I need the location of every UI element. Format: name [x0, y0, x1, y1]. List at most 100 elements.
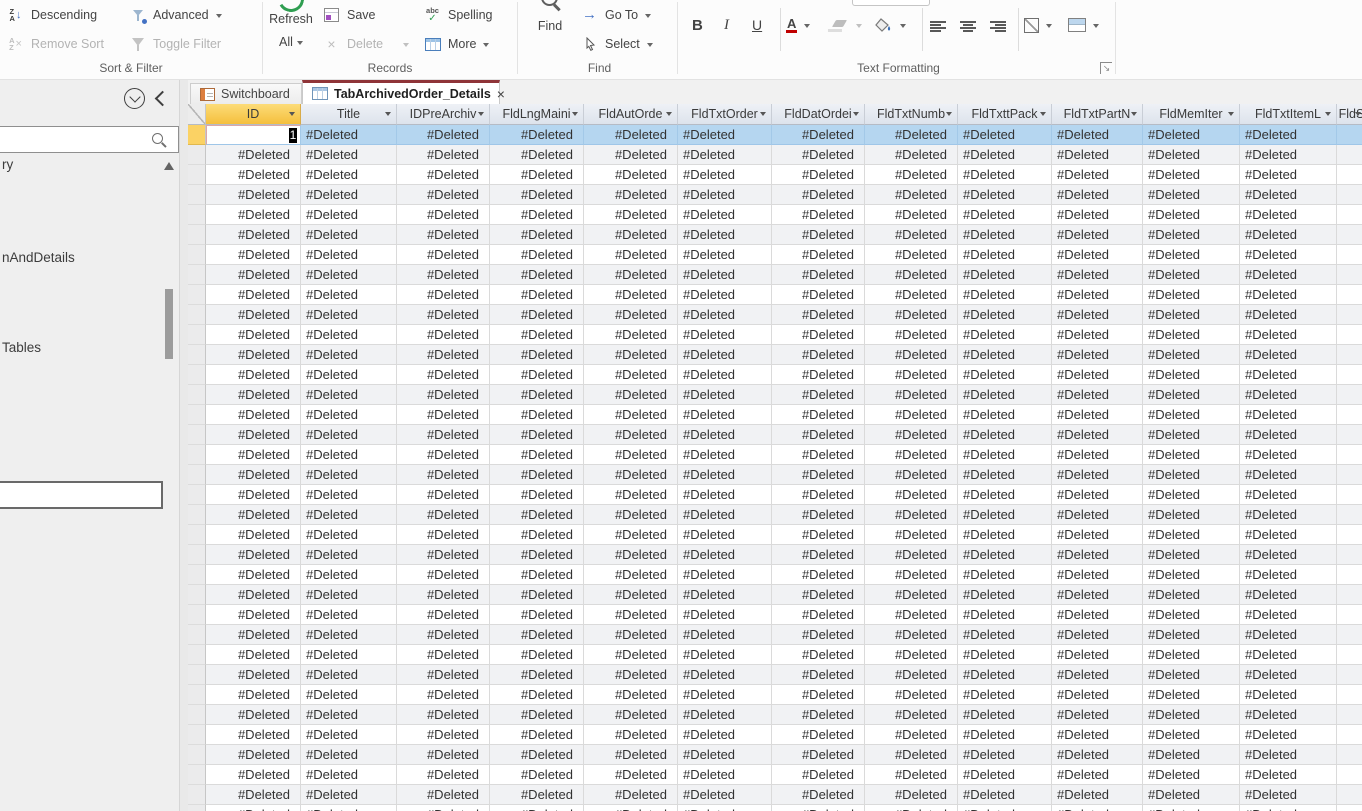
- cell[interactable]: #Deleted: [958, 505, 1052, 525]
- cell[interactable]: #Deleted: [1143, 705, 1240, 725]
- column-header-flds[interactable]: FldS: [1337, 104, 1362, 125]
- cell[interactable]: #Deleted: [1143, 685, 1240, 705]
- cell[interactable]: #Deleted: [772, 165, 865, 185]
- cell[interactable]: #Deleted: [865, 265, 958, 285]
- cell[interactable]: #Deleted: [1052, 285, 1143, 305]
- cell[interactable]: #Deleted: [1240, 565, 1337, 585]
- cell[interactable]: #Deleted: [678, 225, 772, 245]
- cell[interactable]: #Deleted: [206, 645, 301, 665]
- cell[interactable]: [1337, 485, 1362, 505]
- cell[interactable]: #Deleted: [865, 225, 958, 245]
- nav-item[interactable]: ry: [2, 157, 13, 174]
- cell[interactable]: #Deleted: [772, 505, 865, 525]
- column-dropdown-icon[interactable]: [760, 112, 766, 119]
- tab-tabarchivedorder-details[interactable]: TabArchivedOrder_Details ×: [302, 80, 505, 104]
- cell[interactable]: #Deleted: [865, 505, 958, 525]
- cell[interactable]: [1337, 365, 1362, 385]
- cell[interactable]: #Deleted: [865, 305, 958, 325]
- cell[interactable]: #Deleted: [584, 465, 678, 485]
- cell[interactable]: #Deleted: [958, 325, 1052, 345]
- record-selector[interactable]: [188, 165, 206, 185]
- cell[interactable]: #Deleted: [1143, 405, 1240, 425]
- cell[interactable]: #Deleted: [584, 385, 678, 405]
- cell[interactable]: #Deleted: [490, 465, 584, 485]
- cell[interactable]: #Deleted: [772, 645, 865, 665]
- cell[interactable]: #Deleted: [865, 525, 958, 545]
- cell[interactable]: #Deleted: [301, 685, 397, 705]
- cell[interactable]: #Deleted: [772, 445, 865, 465]
- cell[interactable]: #Deleted: [772, 185, 865, 205]
- cell[interactable]: #Deleted: [301, 225, 397, 245]
- cell[interactable]: #Deleted: [678, 365, 772, 385]
- cell[interactable]: #Deleted: [490, 205, 584, 225]
- cell[interactable]: #Deleted: [301, 185, 397, 205]
- cell[interactable]: #Deleted: [678, 605, 772, 625]
- cell[interactable]: #Deleted: [301, 285, 397, 305]
- cell[interactable]: #Deleted: [206, 205, 301, 225]
- column-header-fldautorde[interactable]: FldAutOrde: [584, 104, 678, 125]
- cell[interactable]: #Deleted: [301, 785, 397, 805]
- cell[interactable]: #Deleted: [772, 745, 865, 765]
- cell[interactable]: #Deleted: [678, 765, 772, 785]
- cell[interactable]: #Deleted: [206, 385, 301, 405]
- cell[interactable]: #Deleted: [772, 625, 865, 645]
- cell[interactable]: #Deleted: [1240, 765, 1337, 785]
- cell[interactable]: [1337, 125, 1362, 145]
- cell[interactable]: #Deleted: [301, 745, 397, 765]
- cell[interactable]: #Deleted: [206, 625, 301, 645]
- align-center-button[interactable]: [960, 13, 976, 39]
- cell[interactable]: #Deleted: [490, 645, 584, 665]
- cell[interactable]: #Deleted: [1143, 565, 1240, 585]
- cell[interactable]: #Deleted: [678, 405, 772, 425]
- scrollbar-thumb[interactable]: [165, 289, 173, 359]
- cell[interactable]: #Deleted: [397, 625, 490, 645]
- cell[interactable]: #Deleted: [1052, 665, 1143, 685]
- cell[interactable]: #Deleted: [1240, 345, 1337, 365]
- cell[interactable]: #Deleted: [1143, 645, 1240, 665]
- cell[interactable]: #Deleted: [301, 605, 397, 625]
- cell[interactable]: #Deleted: [678, 445, 772, 465]
- cell[interactable]: #Deleted: [678, 745, 772, 765]
- refresh-all-button[interactable]: Refresh All: [263, 0, 319, 58]
- delete-record-button[interactable]: × Delete: [322, 31, 410, 57]
- column-dropdown-icon[interactable]: [1325, 112, 1331, 119]
- cell[interactable]: #Deleted: [1240, 405, 1337, 425]
- cell[interactable]: #Deleted: [397, 685, 490, 705]
- cell[interactable]: #Deleted: [865, 385, 958, 405]
- cell[interactable]: [1337, 425, 1362, 445]
- cell[interactable]: [1337, 265, 1362, 285]
- cell[interactable]: #Deleted: [301, 125, 397, 145]
- cell[interactable]: #Deleted: [1240, 205, 1337, 225]
- cell[interactable]: #Deleted: [958, 405, 1052, 425]
- record-selector[interactable]: [188, 245, 206, 265]
- cell[interactable]: #Deleted: [397, 525, 490, 545]
- cell[interactable]: #Deleted: [397, 545, 490, 565]
- alternate-row-color-button[interactable]: [1068, 12, 1099, 38]
- cell[interactable]: #Deleted: [865, 345, 958, 365]
- column-header-fldtxtiteml[interactable]: FldTxtItemL: [1240, 104, 1337, 125]
- record-selector[interactable]: [188, 705, 206, 725]
- column-header-title[interactable]: Title: [301, 104, 397, 125]
- column-dropdown-icon[interactable]: [385, 112, 391, 119]
- cell[interactable]: #Deleted: [1240, 705, 1337, 725]
- cell[interactable]: #Deleted: [958, 645, 1052, 665]
- cell[interactable]: #Deleted: [584, 205, 678, 225]
- cell[interactable]: #Deleted: [397, 665, 490, 685]
- cell[interactable]: #Deleted: [490, 525, 584, 545]
- cell[interactable]: #Deleted: [1052, 625, 1143, 645]
- cell[interactable]: #Deleted: [397, 785, 490, 805]
- align-left-button[interactable]: [930, 13, 946, 39]
- bold-button[interactable]: B: [692, 12, 703, 38]
- cell[interactable]: #Deleted: [301, 505, 397, 525]
- cell[interactable]: #Deleted: [1052, 545, 1143, 565]
- cell[interactable]: #Deleted: [397, 725, 490, 745]
- cell[interactable]: #Deleted: [584, 505, 678, 525]
- cell[interactable]: #Deleted: [1052, 205, 1143, 225]
- cell[interactable]: #Deleted: [397, 185, 490, 205]
- cell[interactable]: #Deleted: [865, 785, 958, 805]
- rename-box[interactable]: [0, 481, 163, 509]
- cell[interactable]: #Deleted: [865, 445, 958, 465]
- cell[interactable]: #Deleted: [584, 225, 678, 245]
- cell[interactable]: #Deleted: [958, 765, 1052, 785]
- cell[interactable]: #Deleted: [397, 505, 490, 525]
